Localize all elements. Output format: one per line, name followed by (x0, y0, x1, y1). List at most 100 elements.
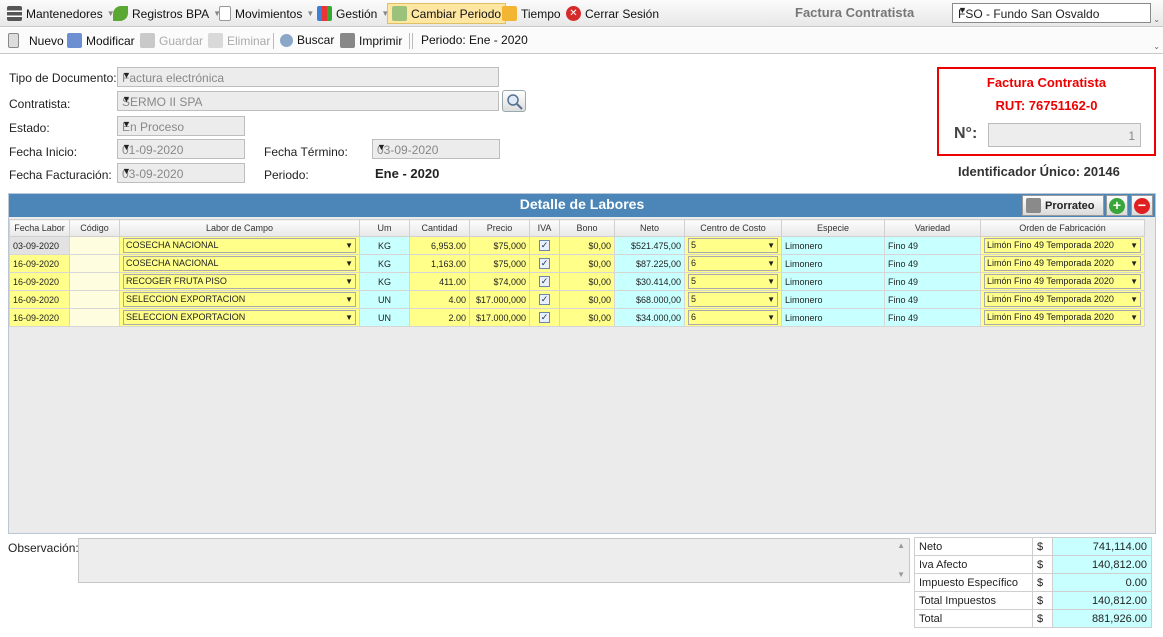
column-header[interactable]: Cantidad (409, 219, 470, 237)
column-header[interactable]: Código (69, 219, 120, 237)
column-header[interactable]: Um (359, 219, 410, 237)
modificar-button[interactable]: Modificar (67, 33, 135, 48)
bono-cell[interactable]: $0,00 (559, 272, 615, 291)
codigo-cell[interactable] (69, 272, 120, 291)
precio-cell[interactable]: $74,000 (469, 272, 530, 291)
codigo-cell[interactable] (69, 254, 120, 273)
centro-costo-cell-select[interactable]: 6 ▼ (688, 310, 778, 325)
buscar-button[interactable]: Buscar (280, 33, 334, 47)
nuevo-button[interactable]: Nuevo (8, 33, 64, 48)
labor-campo-cell-select[interactable]: SELECCION EXPORTACION ▼ (123, 310, 356, 325)
search-contratista-button[interactable] (502, 90, 526, 112)
centro-costo-cell[interactable]: 5 ▼ (684, 290, 782, 309)
iva-cell[interactable]: ✓ (529, 290, 560, 309)
fecha-labor-cell[interactable]: 16-09-2020 (9, 254, 70, 273)
fecha-labor-cell[interactable]: 16-09-2020 (9, 272, 70, 291)
labor-campo-cell-select[interactable]: COSECHA NACIONAL ▼ (123, 238, 356, 253)
bono-cell[interactable]: $0,00 (559, 254, 615, 273)
column-header[interactable]: IVA (529, 219, 560, 237)
centro-costo-cell[interactable]: 6 ▼ (684, 308, 782, 327)
menu-gestion[interactable]: Gestión ▼ (317, 4, 389, 23)
codigo-cell[interactable] (69, 308, 120, 327)
labor-campo-cell[interactable]: SELECCION EXPORTACION ▼ (119, 308, 360, 327)
centro-costo-cell[interactable]: 5 ▼ (684, 236, 782, 255)
bono-cell[interactable]: $0,00 (559, 290, 615, 309)
iva-cell[interactable]: ✓ (529, 236, 560, 255)
cantidad-cell[interactable]: 2.00 (409, 308, 470, 327)
labor-campo-cell[interactable]: COSECHA NACIONAL ▼ (119, 236, 360, 255)
menu-registros-bpa[interactable]: Registros BPA ▼ (113, 4, 221, 23)
cantidad-cell[interactable]: 6,953.00 (409, 236, 470, 255)
scroll-up-icon[interactable]: ▲ (897, 541, 905, 550)
codigo-cell[interactable] (69, 290, 120, 309)
cantidad-cell[interactable]: 411.00 (409, 272, 470, 291)
iva-cell[interactable]: ✓ (529, 272, 560, 291)
centro-costo-cell-select[interactable]: 5 ▼ (688, 274, 778, 289)
invoice-number-field[interactable]: 1 (988, 123, 1141, 147)
fundo-select[interactable]: FSO - Fundo San Osvaldo ▼ (952, 3, 1151, 23)
prorrateo-button[interactable]: Prorrateo (1022, 195, 1104, 216)
bono-cell[interactable]: $0,00 (559, 308, 615, 327)
precio-cell[interactable]: $17.000,000 (469, 290, 530, 309)
column-header[interactable]: Especie (781, 219, 885, 237)
iva-cell[interactable]: ✓ (529, 308, 560, 327)
table-row[interactable]: 16-09-2020 SELECCION EXPORTACION ▼ UN 2.00 $1… (9, 308, 1145, 327)
guardar-button[interactable]: Guardar (140, 33, 203, 48)
menu-mantenedores[interactable]: Mantenedores ▼ (7, 4, 115, 23)
orden-fabricacion-cell-select[interactable]: Limón Fino 49 Temporada 2020 ▼ (984, 256, 1141, 271)
table-row[interactable]: 16-09-2020 RECOGER FRUTA PISO ▼ KG 411.00 $74… (9, 272, 1145, 291)
orden-fabricacion-cell[interactable]: Limón Fino 49 Temporada 2020 ▼ (980, 272, 1145, 291)
scroll-down-icon[interactable]: ▼ (897, 570, 905, 579)
fecha-inicio-input[interactable]: 01-09-2020 ▼ (117, 139, 245, 159)
labor-campo-cell[interactable]: RECOGER FRUTA PISO ▼ (119, 272, 360, 291)
bono-cell[interactable]: $0,00 (559, 236, 615, 255)
tipo-documento-select[interactable]: Factura electrónica ▼ (117, 67, 499, 87)
orden-fabricacion-cell-select[interactable]: Limón Fino 49 Temporada 2020 ▼ (984, 310, 1141, 325)
column-header[interactable]: Labor de Campo (119, 219, 360, 237)
observacion-textarea[interactable]: ▲ ▼ (78, 538, 910, 583)
labor-campo-cell-select[interactable]: COSECHA NACIONAL ▼ (123, 256, 356, 271)
table-row[interactable]: 16-09-2020 SELECCION EXPORTACION ▼ UN 4.00 $1… (9, 290, 1145, 309)
add-row-button[interactable]: + (1106, 195, 1128, 216)
labor-campo-cell[interactable]: SELECCION EXPORTACION ▼ (119, 290, 360, 309)
eliminar-button[interactable]: Eliminar (208, 33, 270, 48)
iva-checkbox[interactable]: ✓ (539, 240, 550, 251)
column-header[interactable]: Precio (469, 219, 530, 237)
orden-fabricacion-cell-select[interactable]: Limón Fino 49 Temporada 2020 ▼ (984, 238, 1141, 253)
centro-costo-cell-select[interactable]: 6 ▼ (688, 256, 778, 271)
orden-fabricacion-cell[interactable]: Limón Fino 49 Temporada 2020 ▼ (980, 236, 1145, 255)
iva-cell[interactable]: ✓ (529, 254, 560, 273)
iva-checkbox[interactable]: ✓ (539, 312, 550, 323)
delete-row-button[interactable]: − (1131, 195, 1153, 216)
labor-campo-cell-select[interactable]: RECOGER FRUTA PISO ▼ (123, 274, 356, 289)
cantidad-cell[interactable]: 4.00 (409, 290, 470, 309)
contratista-select[interactable]: SERMO II SPA ▼ (117, 91, 499, 111)
fecha-labor-cell[interactable]: 16-09-2020 (9, 308, 70, 327)
table-row[interactable]: 16-09-2020 COSECHA NACIONAL ▼ KG 1,163.00 $75… (9, 254, 1145, 273)
expand-icon[interactable]: ⌄ (1153, 15, 1160, 24)
precio-cell[interactable]: $75,000 (469, 236, 530, 255)
expand-icon[interactable]: ⌄ (1153, 42, 1160, 51)
imprimir-button[interactable]: Imprimir (340, 33, 402, 48)
orden-fabricacion-cell[interactable]: Limón Fino 49 Temporada 2020 ▼ (980, 308, 1145, 327)
fecha-facturacion-input[interactable]: 03-09-2020 ▼ (117, 163, 245, 183)
fecha-termino-input[interactable]: 03-09-2020 ▼ (372, 139, 500, 159)
column-header[interactable]: Variedad (884, 219, 981, 237)
precio-cell[interactable]: $75,000 (469, 254, 530, 273)
precio-cell[interactable]: $17.000,000 (469, 308, 530, 327)
fecha-labor-cell[interactable]: 03-09-2020 (9, 236, 70, 255)
centro-costo-cell[interactable]: 6 ▼ (684, 254, 782, 273)
table-row[interactable]: 03-09-2020 COSECHA NACIONAL ▼ KG 6,953.00 $75… (9, 236, 1145, 255)
column-header[interactable]: Bono (559, 219, 615, 237)
orden-fabricacion-cell-select[interactable]: Limón Fino 49 Temporada 2020 ▼ (984, 274, 1141, 289)
iva-checkbox[interactable]: ✓ (539, 276, 550, 287)
centro-costo-cell[interactable]: 5 ▼ (684, 272, 782, 291)
column-header[interactable]: Neto (614, 219, 685, 237)
iva-checkbox[interactable]: ✓ (539, 294, 550, 305)
column-header[interactable]: Fecha Labor (9, 219, 70, 237)
menu-movimientos[interactable]: Movimientos ▼ (219, 4, 314, 23)
orden-fabricacion-cell[interactable]: Limón Fino 49 Temporada 2020 ▼ (980, 254, 1145, 273)
centro-costo-cell-select[interactable]: 5 ▼ (688, 238, 778, 253)
column-header[interactable]: Centro de Costo (684, 219, 782, 237)
column-header[interactable]: Orden de Fabricación (980, 219, 1145, 237)
